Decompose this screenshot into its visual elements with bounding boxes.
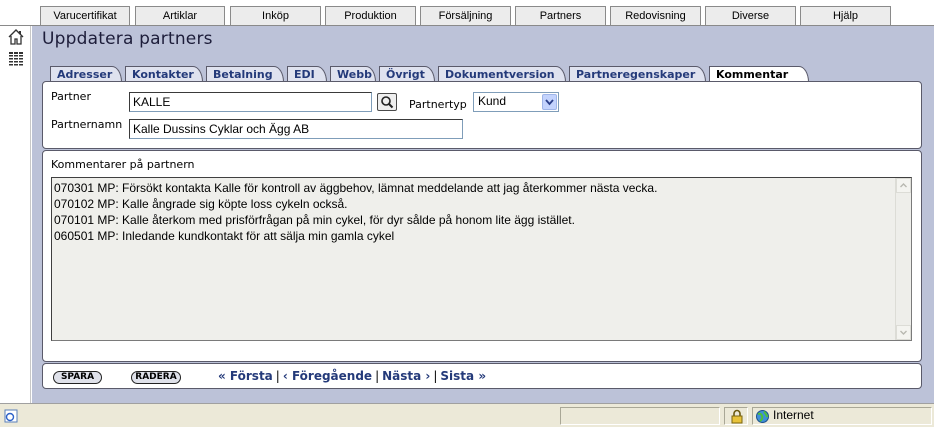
- tab-webb[interactable]: Webb: [330, 66, 376, 82]
- partner-search-button[interactable]: [377, 93, 397, 111]
- arrow-down-icon: [900, 330, 907, 335]
- nav-separator: |: [375, 369, 380, 383]
- top-menu-bar: Varucertifikat Artiklar Inköp Produktion…: [0, 0, 934, 26]
- comments-panel: Kommentarer på partnern 070301 MP: Försö…: [42, 150, 922, 362]
- partnertyp-select[interactable]: Kund: [473, 92, 559, 112]
- partner-input[interactable]: KALLE: [129, 92, 372, 112]
- lock-icon: [731, 409, 743, 424]
- menu-tab-inkop[interactable]: Inköp: [230, 6, 321, 25]
- partnertyp-label: Partnertyp: [409, 98, 467, 111]
- magnifier-icon: [381, 96, 394, 109]
- tab-partneregenskaper[interactable]: Partneregenskaper: [569, 66, 706, 82]
- comment-line: 070301 MP: Försökt kontakta Kalle för ko…: [54, 181, 658, 195]
- tab-betalning[interactable]: Betalning: [206, 66, 284, 82]
- menu-tab-redovisning[interactable]: Redovisning: [610, 6, 701, 25]
- delete-button[interactable]: RADERA: [131, 371, 181, 384]
- partner-label: Partner: [51, 90, 91, 103]
- page-title: Uppdatera partners: [42, 29, 213, 49]
- partnernamn-input[interactable]: Kalle Dussins Cyklar och Ägg AB: [129, 119, 463, 139]
- left-rail: [0, 26, 31, 403]
- nav-last-link[interactable]: Sista »: [440, 369, 486, 383]
- arrow-up-icon: [900, 183, 907, 188]
- tab-edi[interactable]: EDI: [287, 66, 327, 82]
- scroll-up-button[interactable]: [896, 178, 911, 193]
- comment-line: 070102 MP: Kalle ångrade sig köpte loss …: [54, 197, 348, 211]
- status-cell: [560, 407, 720, 425]
- menu-tab-hjalp[interactable]: Hjälp: [800, 6, 891, 25]
- partnertyp-value: Kund: [478, 94, 507, 108]
- globe-icon: [756, 410, 769, 423]
- menu-tab-partners[interactable]: Partners: [515, 6, 606, 25]
- zone-label: Internet: [773, 408, 814, 422]
- nav-first-link[interactable]: « Första: [218, 369, 273, 383]
- comments-textarea[interactable]: 070301 MP: Försökt kontakta Kalle för ko…: [51, 177, 912, 341]
- tab-adresser[interactable]: Adresser: [50, 66, 122, 82]
- partner-header-panel: Partner KALLE Partnertyp Kund Partnernam…: [42, 81, 922, 149]
- comment-line: 060501 MP: Inledande kundkontakt för att…: [54, 229, 395, 243]
- comment-line: 070101 MP: Kalle återkom med prisförfråg…: [54, 213, 575, 227]
- comments-label: Kommentarer på partnern: [51, 158, 195, 171]
- list-menu-icon[interactable]: [8, 51, 24, 67]
- nav-next-link[interactable]: Nästa ›: [382, 369, 430, 383]
- nav-previous-link[interactable]: ‹ Föregående: [283, 369, 372, 383]
- menu-tab-varucertifikat[interactable]: Varucertifikat: [40, 6, 130, 25]
- menu-tab-produktion[interactable]: Produktion: [325, 6, 416, 25]
- tab-dokumentversion[interactable]: Dokumentversion: [438, 66, 566, 82]
- home-icon[interactable]: [8, 29, 24, 45]
- menu-tab-forsaljning[interactable]: Försäljning: [420, 6, 511, 25]
- menu-tab-artiklar[interactable]: Artiklar: [135, 6, 225, 25]
- page-icon: [4, 409, 18, 423]
- nav-separator: |: [433, 369, 438, 383]
- nav-separator: |: [275, 369, 280, 383]
- partnernamn-label: Partnernamn: [51, 118, 123, 131]
- chevron-down-icon: [545, 99, 554, 106]
- tab-ovrigt[interactable]: Övrigt: [379, 66, 435, 82]
- comments-scrollbar[interactable]: [895, 178, 911, 340]
- main-content: Uppdatera partners Adresser Kontakter Be…: [32, 26, 934, 403]
- menu-tab-diverse[interactable]: Diverse: [705, 6, 796, 25]
- save-button[interactable]: SPARA: [53, 371, 102, 384]
- scroll-down-button[interactable]: [896, 325, 911, 340]
- tab-kontakter[interactable]: Kontakter: [125, 66, 203, 82]
- dropdown-arrow[interactable]: [542, 94, 557, 110]
- status-bar: Internet: [0, 403, 934, 427]
- record-navigation: « Första | ‹ Föregående | Nästa › | Sista »: [218, 369, 486, 383]
